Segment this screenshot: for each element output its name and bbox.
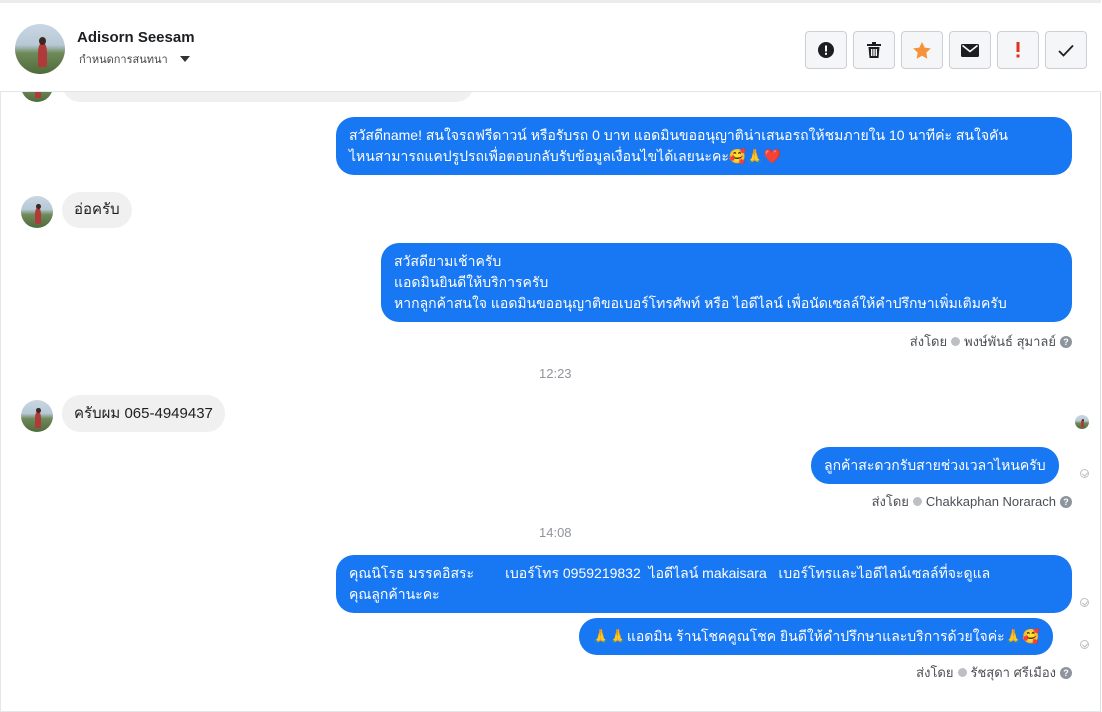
sent-by-info: ส่งโดย รัชสุดา ศรีเมือง ? [916, 662, 1072, 683]
star-button[interactable] [901, 31, 943, 69]
delete-button[interactable] [853, 31, 895, 69]
message-line: ลูกค้าสะดวกรับสายช่วงเวลาไหนครับ [824, 457, 1046, 473]
checkmark-icon [1058, 44, 1074, 57]
sent-by-agent: Chakkaphan Norarach [925, 494, 1056, 509]
delivered-icon [1080, 598, 1089, 607]
assign-conversation-dropdown[interactable]: กำหนดการสนทนา [79, 50, 190, 68]
important-icon [1016, 42, 1020, 58]
sent-by-agent: รัชสุดา ศรีเมือง [970, 665, 1057, 680]
agent-badge-icon [957, 668, 967, 677]
caret-down-icon [179, 56, 190, 62]
message-bubble-incoming-clipped[interactable] [62, 92, 474, 102]
message-line: 🙏🙏แอดมิน ร้านโชคคูณโชค ยินดีให้คำปรึกษาแ… [592, 628, 1040, 644]
assign-label: กำหนดการสนทนา [79, 54, 168, 66]
sender-avatar [21, 400, 53, 432]
sender-avatar [21, 196, 53, 228]
help-icon[interactable]: ? [1060, 335, 1072, 348]
message-line: คุณลูกค้านะคะ [349, 586, 440, 602]
sent-by-prefix: ส่งโดย [916, 665, 954, 680]
star-icon [913, 41, 931, 59]
mail-icon [961, 43, 979, 57]
seen-by-avatar [1075, 415, 1089, 429]
message-bubble-incoming[interactable]: ครับผม 065-4949437 [62, 395, 225, 432]
message-thread[interactable]: สวัสดีname! สนใจรถฟรีดาวน์ หรือรับรถ 0 บ… [0, 92, 1101, 712]
message-bubble-outgoing[interactable]: 🙏🙏แอดมิน ร้านโชคคูณโชค ยินดีให้คำปรึกษาแ… [579, 618, 1053, 655]
sent-by-agent: พงษ์พันธ์ สุมาลย์ [964, 334, 1056, 349]
agent-badge-icon [912, 497, 922, 506]
delivered-icon [1080, 640, 1089, 649]
message-bubble-outgoing[interactable]: คุณนิโรธ มรรคอิสระ เบอร์โทร 0959219832 ไ… [336, 555, 1072, 613]
delivered-icon [1080, 469, 1089, 478]
sent-by-info: ส่งโดย พงษ์พันธ์ สุมาลย์ ? [910, 331, 1072, 352]
message-timestamp: 14:08 [539, 525, 572, 540]
message-line: สวัสดีname! สนใจรถฟรีดาวน์ หรือรับรถ 0 บ… [349, 127, 1008, 143]
mark-spam-button[interactable] [805, 31, 847, 69]
message-line: แอดมินยินดีให้บริการครับ [394, 274, 549, 290]
conversation-header: Adisorn Seesam กำหนดการสนทนา [0, 0, 1101, 92]
spam-icon [818, 42, 834, 58]
message-bubble-outgoing[interactable]: สวัสดีname! สนใจรถฟรีดาวน์ หรือรับรถ 0 บ… [336, 117, 1072, 175]
mark-done-button[interactable] [1045, 31, 1087, 69]
sent-by-prefix: ส่งโดย [909, 334, 948, 349]
sender-avatar [21, 92, 53, 102]
trash-icon [867, 42, 881, 58]
agent-badge-icon [951, 337, 961, 346]
message-line: หากลูกค้าสนใจ แอดมินขออนุญาติขอเบอร์โทรศ… [394, 295, 1007, 311]
user-avatar[interactable] [15, 24, 65, 74]
help-icon[interactable]: ? [1060, 666, 1072, 679]
message-line: คุณนิโรธ มรรคอิสระ เบอร์โทร 0959219832 ไ… [349, 565, 991, 581]
message-bubble-incoming[interactable]: อ่อครับ [62, 192, 132, 228]
message-timestamp: 12:23 [539, 366, 572, 381]
sent-by-info: ส่งโดย Chakkaphan Norarach ? [872, 491, 1072, 512]
message-line: สวัสดียามเช้าครับ [394, 253, 502, 269]
message-bubble-outgoing[interactable]: ลูกค้าสะดวกรับสายช่วงเวลาไหนครับ [811, 447, 1059, 484]
sent-by-prefix: ส่งโดย [871, 494, 909, 509]
user-name[interactable]: Adisorn Seesam [77, 29, 195, 46]
message-line: ไหนสามารถแคปรูปรถเพื่อตอบกลับรับข้อมูลเง… [349, 148, 782, 164]
mark-unread-button[interactable] [949, 31, 991, 69]
message-bubble-outgoing[interactable]: สวัสดียามเช้าครับ แอดมินยินดีให้บริการคร… [381, 243, 1072, 322]
mark-important-button[interactable] [997, 31, 1039, 69]
conversation-toolbar [805, 31, 1087, 69]
help-icon[interactable]: ? [1060, 495, 1072, 508]
